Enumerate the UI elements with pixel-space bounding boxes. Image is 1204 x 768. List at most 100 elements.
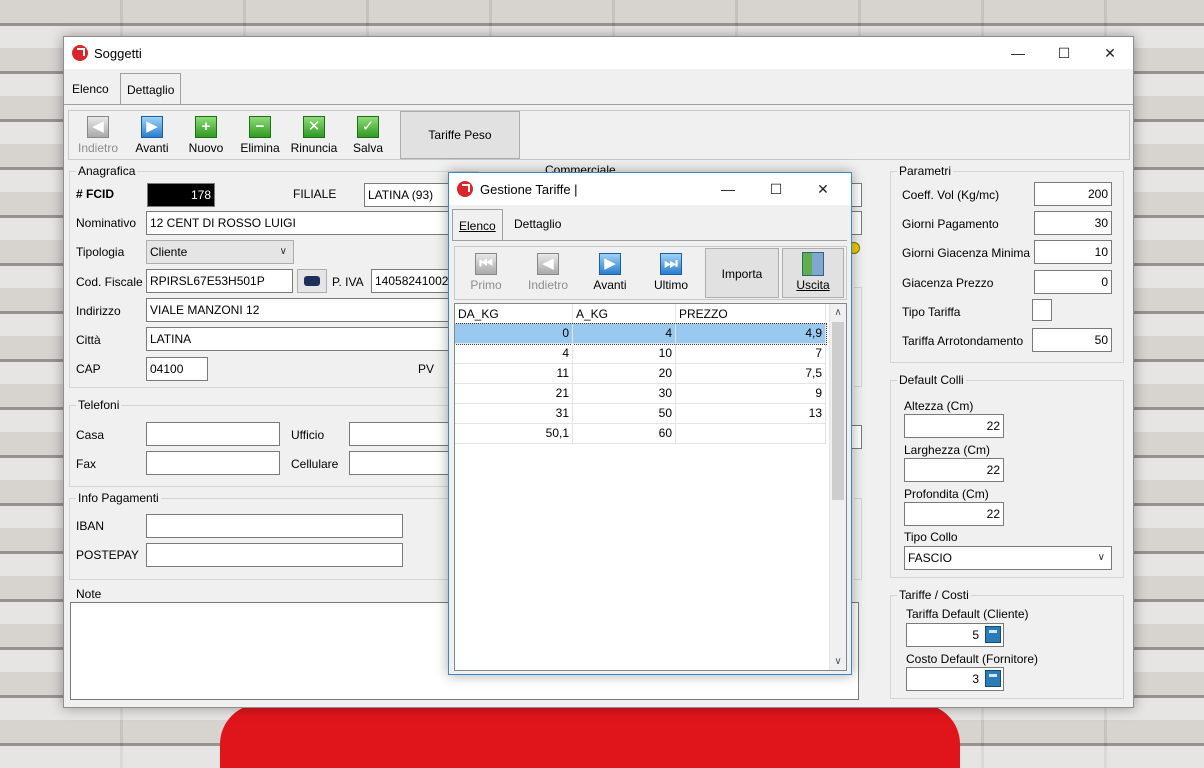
maximize-button[interactable]: ☐ bbox=[1041, 37, 1087, 69]
cell-prezzo: 7 bbox=[676, 344, 826, 364]
altezza-field[interactable]: 22 bbox=[904, 414, 1004, 438]
dialog-tab-dettaglio[interactable]: Dettaglio bbox=[508, 208, 567, 240]
postepay-field[interactable] bbox=[146, 543, 403, 567]
exit-door-icon bbox=[802, 252, 824, 276]
tariffa-arrotondamento-field[interactable]: 50 bbox=[1032, 328, 1112, 352]
cod-fiscale-label: Cod. Fiscale bbox=[76, 275, 143, 289]
coeff-vol-field[interactable]: 200 bbox=[1034, 182, 1112, 206]
dialog-titlebar: Gestione Tariffe | — ☐ ✕ bbox=[449, 173, 851, 205]
table-row[interactable]: 11 20 7,5 bbox=[455, 364, 826, 384]
profondita-field[interactable]: 22 bbox=[904, 502, 1004, 526]
dialog-avanti-button[interactable]: ▶ Avanti bbox=[581, 253, 639, 299]
background-red-shirt bbox=[220, 704, 960, 768]
scrollbar-thumb[interactable] bbox=[832, 322, 844, 500]
col-header-a-kg[interactable]: A_KG bbox=[573, 304, 676, 324]
avanti-button[interactable]: ▶ Avanti bbox=[123, 116, 181, 162]
main-toolbar: ◀ Indietro ▶ Avanti + Nuovo − Elimina ✕ … bbox=[68, 110, 1130, 160]
indietro-button[interactable]: ◀ Indietro bbox=[69, 116, 127, 162]
altezza-label: Altezza (Cm) bbox=[904, 399, 974, 413]
importa-button[interactable]: Importa bbox=[705, 248, 779, 298]
primo-label: Primo bbox=[470, 278, 502, 292]
tab-dettaglio[interactable]: Dettaglio bbox=[120, 73, 182, 105]
cell-da-kg: 50,1 bbox=[455, 424, 573, 444]
dialog-minimize-button[interactable]: — bbox=[705, 173, 751, 205]
larghezza-label: Larghezza (Cm) bbox=[904, 443, 991, 457]
uscita-button[interactable]: Uscita bbox=[782, 248, 844, 298]
calculator-icon[interactable] bbox=[985, 626, 1001, 643]
citta-label: Città bbox=[76, 333, 101, 347]
dialog-indietro-button[interactable]: ◀ Indietro bbox=[519, 253, 577, 299]
grid-vertical-scrollbar[interactable]: ∧ ∨ bbox=[829, 304, 846, 670]
filiale-label: FILIALE bbox=[293, 187, 337, 201]
avanti-label: Avanti bbox=[135, 141, 169, 155]
dialog-maximize-button[interactable]: ☐ bbox=[753, 173, 799, 205]
salva-button[interactable]: ✓ Salva bbox=[339, 116, 397, 162]
elimina-button[interactable]: − Elimina bbox=[231, 116, 289, 162]
tipo-tariffa-checkbox[interactable] bbox=[1032, 299, 1052, 321]
fcid-field[interactable]: 178 bbox=[147, 183, 215, 207]
minus-icon: − bbox=[249, 116, 271, 138]
forward-arrow-icon: ▶ bbox=[599, 253, 621, 275]
postepay-label: POSTEPAY bbox=[76, 548, 139, 562]
tab-elenco[interactable]: Elenco bbox=[66, 73, 115, 105]
nuovo-button[interactable]: + Nuovo bbox=[177, 116, 235, 162]
tab-dettaglio-label: Dettaglio bbox=[127, 83, 175, 97]
giacenza-prezzo-field[interactable]: 0 bbox=[1034, 270, 1112, 294]
indietro-label: Indietro bbox=[77, 141, 119, 155]
calculator-icon[interactable] bbox=[985, 670, 1001, 687]
table-row[interactable]: 31 50 13 bbox=[455, 404, 826, 424]
table-row[interactable]: 0 4 4,9 bbox=[455, 323, 827, 345]
costo-default-label: Costo Default (Fornitore) bbox=[906, 652, 1039, 666]
note-title: Note bbox=[76, 587, 102, 601]
table-row[interactable]: 21 30 9 bbox=[455, 384, 826, 404]
table-row[interactable]: 4 10 7 bbox=[455, 344, 826, 364]
uscita-label: Uscita bbox=[796, 278, 830, 292]
citta-field[interactable]: LATINA bbox=[146, 327, 466, 351]
giorni-giacenza-label: Giorni Giacenza Minima bbox=[902, 246, 1031, 260]
cf-lookup-button[interactable] bbox=[297, 269, 327, 293]
dialog-tab-elenco[interactable]: Elenco bbox=[452, 209, 503, 241]
rinuncia-button[interactable]: ✕ Rinuncia bbox=[285, 116, 343, 162]
fax-field[interactable] bbox=[146, 451, 280, 475]
tariffe-grid[interactable]: DA_KG A_KG PREZZO 0 4 4,9 4 10 7 11 20 7… bbox=[454, 303, 847, 671]
scroll-up-icon[interactable]: ∧ bbox=[830, 304, 846, 321]
close-button[interactable]: ✕ bbox=[1087, 37, 1133, 69]
main-titlebar: Soggetti — ☐ ✕ bbox=[64, 37, 1133, 69]
tariffe-peso-button[interactable]: Tariffe Peso bbox=[400, 111, 520, 159]
tab-elenco-label: Elenco bbox=[72, 82, 109, 96]
tipo-collo-value: FASCIO bbox=[908, 551, 953, 565]
indirizzo-label: Indirizzo bbox=[76, 304, 121, 318]
larghezza-field[interactable]: 22 bbox=[904, 458, 1004, 482]
tariffa-arrotondamento-label: Tariffa Arrotondamento bbox=[902, 334, 1024, 348]
dialog-close-button[interactable]: ✕ bbox=[800, 173, 846, 205]
app-logo-icon bbox=[457, 181, 473, 197]
tipo-collo-select[interactable]: FASCIO ∨ bbox=[904, 546, 1112, 570]
nominativo-field[interactable]: 12 CENT DI ROSSO LUIGI bbox=[146, 211, 466, 235]
col-header-da-kg[interactable]: DA_KG bbox=[455, 304, 573, 324]
salva-label: Salva bbox=[352, 141, 384, 155]
cap-field[interactable]: 04100 bbox=[146, 357, 208, 381]
tariffa-default-field[interactable]: 5 bbox=[906, 623, 1004, 647]
iban-field[interactable] bbox=[146, 514, 403, 538]
ultimo-button[interactable]: ⏭ Ultimo bbox=[642, 253, 700, 299]
cap-label: CAP bbox=[76, 362, 101, 376]
giorni-giacenza-field[interactable]: 10 bbox=[1034, 240, 1112, 264]
minimize-button[interactable]: — bbox=[995, 37, 1041, 69]
giorni-pagamento-field[interactable]: 30 bbox=[1034, 211, 1112, 235]
parametri-title: Parametri bbox=[897, 164, 954, 178]
cod-fiscale-field[interactable]: RPIRSL67E53H501P bbox=[146, 269, 293, 293]
app-logo-icon bbox=[72, 45, 88, 61]
cellulare-label: Cellulare bbox=[291, 457, 339, 471]
indirizzo-field[interactable]: VIALE MANZONI 12 bbox=[146, 298, 466, 322]
table-row[interactable]: 50,1 60 bbox=[455, 424, 826, 444]
x-cancel-icon: ✕ bbox=[303, 116, 325, 138]
dialog-title: Gestione Tariffe | bbox=[480, 182, 578, 197]
col-header-prezzo[interactable]: PREZZO bbox=[676, 304, 826, 324]
primo-button[interactable]: ⏮ Primo bbox=[457, 253, 515, 299]
dialog-toolbar: ⏮ Primo ◀ Indietro ▶ Avanti ⏭ Ultimo Imp… bbox=[454, 246, 847, 300]
costo-default-field[interactable]: 3 bbox=[906, 667, 1004, 691]
cell-da-kg: 21 bbox=[455, 384, 573, 404]
scroll-down-icon[interactable]: ∨ bbox=[830, 653, 846, 670]
tipologia-select[interactable]: Cliente ∨ bbox=[146, 240, 294, 264]
casa-field[interactable] bbox=[146, 422, 280, 446]
